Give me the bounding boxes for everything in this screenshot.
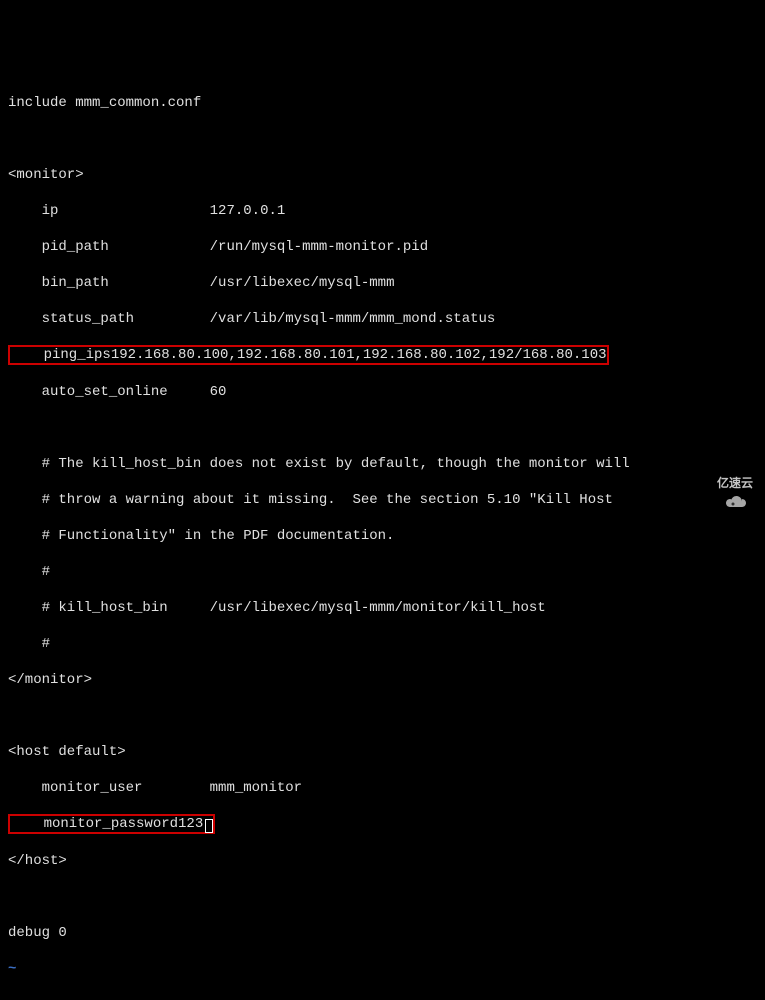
config-line: </host> xyxy=(8,852,757,870)
config-line: bin_path /usr/libexec/mysql-mmm xyxy=(8,274,757,292)
config-line: ip 127.0.0.1 xyxy=(8,202,757,220)
config-line: include mmm_common.conf xyxy=(8,94,757,112)
config-value: 192.168.80.100,192.168.80.101,192.168.80… xyxy=(111,346,607,364)
config-line xyxy=(8,707,757,725)
config-key: monitor_password xyxy=(10,815,178,833)
config-line: </monitor> xyxy=(8,671,757,689)
config-line: <monitor> xyxy=(8,166,757,184)
vim-empty-line-tilde: ~ xyxy=(8,960,757,978)
config-value: 127.0.0.1 xyxy=(210,203,286,219)
config-key: # kill_host_bin xyxy=(8,600,168,616)
config-value: mmm_monitor xyxy=(210,780,302,796)
config-value: 123 xyxy=(178,815,203,833)
highlighted-line-ping-ips: ping_ips 192.168.80.100,192.168.80.101,1… xyxy=(8,346,757,365)
config-key: status_path xyxy=(8,311,134,327)
config-line: auto_set_online 60 xyxy=(8,383,757,401)
config-value: 60 xyxy=(210,384,227,400)
config-comment: # Functionality" in the PDF documentatio… xyxy=(8,527,757,545)
config-line: pid_path /run/mysql-mmm-monitor.pid xyxy=(8,238,757,256)
cursor-icon xyxy=(205,819,213,833)
config-comment: # xyxy=(8,563,757,581)
config-value: /run/mysql-mmm-monitor.pid xyxy=(210,239,428,255)
config-comment: # kill_host_bin /usr/libexec/mysql-mmm/m… xyxy=(8,599,757,617)
config-line xyxy=(8,419,757,437)
config-key: pid_path xyxy=(8,239,109,255)
config-key: bin_path xyxy=(8,275,109,291)
config-key: ip xyxy=(8,203,58,219)
cloud-icon xyxy=(689,475,713,491)
config-line: debug 0 xyxy=(8,924,757,942)
config-comment: # xyxy=(8,635,757,653)
config-value: /usr/libexec/mysql-mmm/monitor/kill_host xyxy=(210,600,546,616)
config-line: <host default> xyxy=(8,743,757,761)
config-value: /usr/libexec/mysql-mmm xyxy=(210,275,395,291)
config-comment: # throw a warning about it missing. See … xyxy=(8,491,757,509)
config-line xyxy=(8,130,757,148)
config-line xyxy=(8,888,757,906)
terminal-viewport[interactable]: include mmm_common.conf <monitor> ip 127… xyxy=(0,72,765,1000)
config-key: monitor_user xyxy=(8,780,142,796)
vim-empty-line-tilde: ~ xyxy=(8,996,757,1000)
highlighted-line-monitor-password: monitor_password 123 xyxy=(8,815,757,834)
config-comment: # The kill_host_bin does not exist by de… xyxy=(8,455,757,473)
config-line: monitor_user mmm_monitor xyxy=(8,779,757,797)
watermark: 亿速云 xyxy=(689,474,753,492)
config-key: ping_ips xyxy=(10,346,111,364)
watermark-text: 亿速云 xyxy=(717,474,753,492)
config-value: /var/lib/mysql-mmm/mmm_mond.status xyxy=(210,311,496,327)
config-key: auto_set_online xyxy=(8,384,168,400)
config-line: status_path /var/lib/mysql-mmm/mmm_mond.… xyxy=(8,310,757,328)
